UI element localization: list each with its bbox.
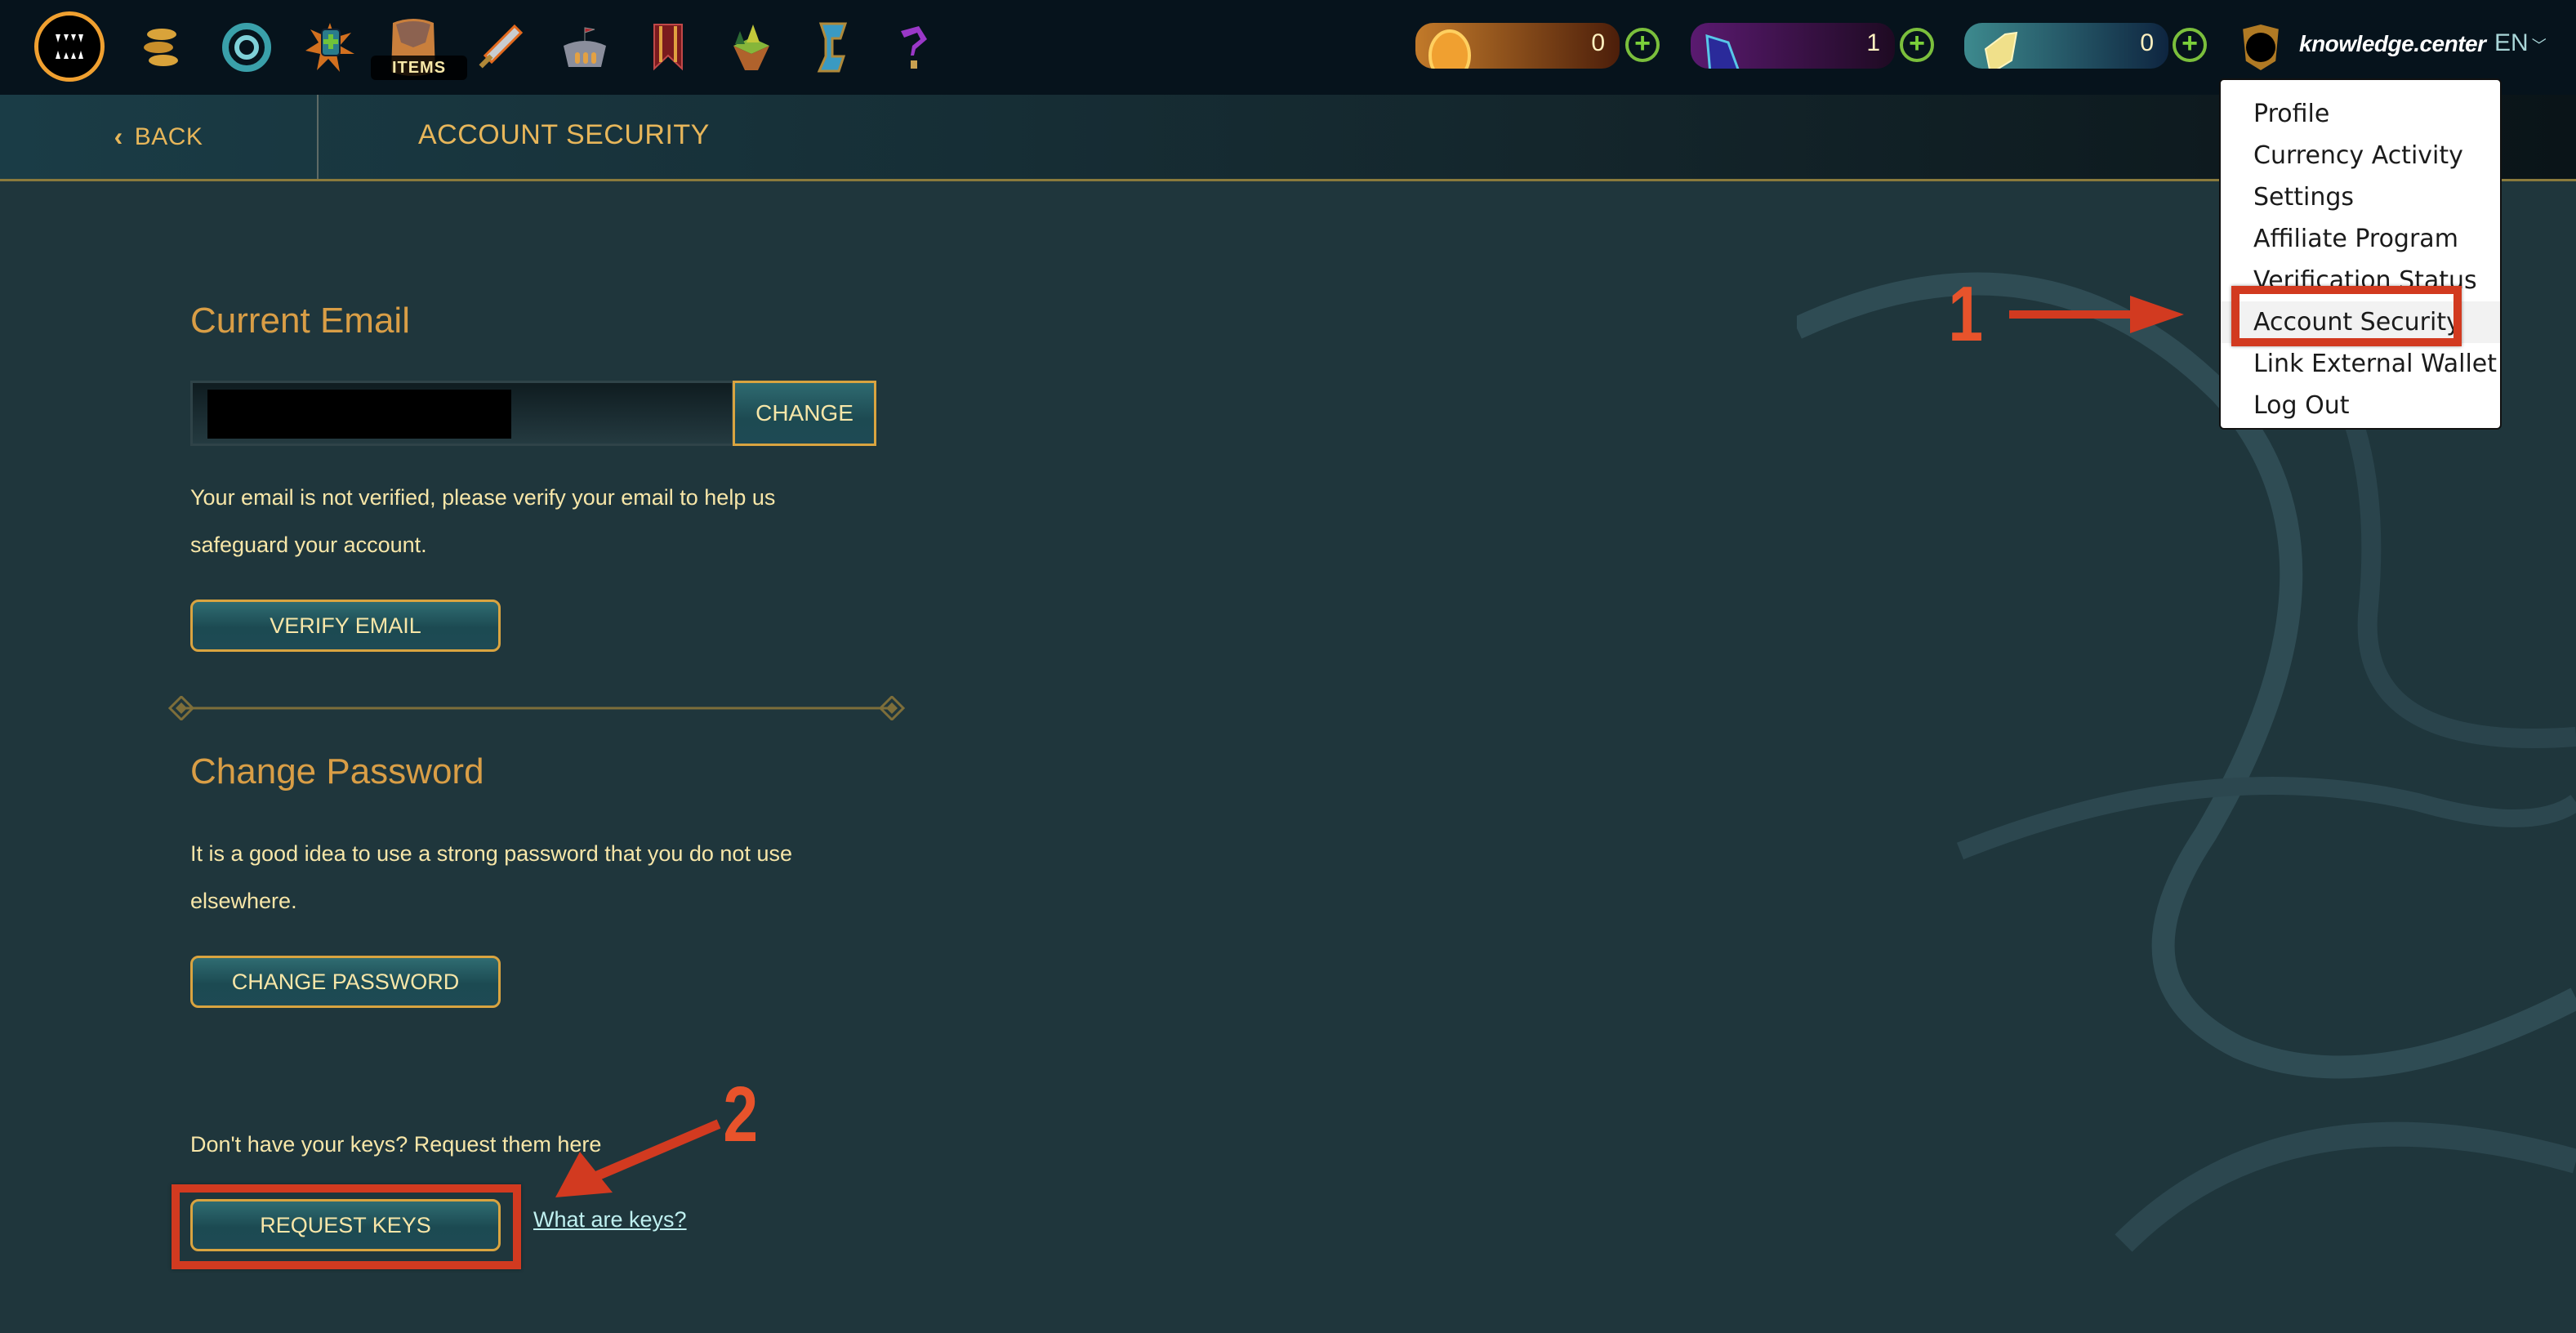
menu-item-profile[interactable]: Profile xyxy=(2221,93,2500,135)
password-notice-line2: elsewhere. xyxy=(190,889,297,913)
purple-currency-value: 1 xyxy=(1866,29,1880,56)
back-label: BACK xyxy=(134,123,203,150)
top-nav-bar: ITEMS 0 + 1 + 0 + knowledge.center EN ﹀ xyxy=(0,0,2576,95)
page-header: ‹ BACK ACCOUNT SECURITY xyxy=(0,95,2576,181)
change-password-button[interactable]: CHANGE PASSWORD xyxy=(190,956,501,1008)
menu-item-settings[interactable]: Settings xyxy=(2221,176,2500,218)
add-teal-button[interactable]: + xyxy=(2173,28,2207,62)
email-notice-line2: safeguard your account. xyxy=(190,533,427,557)
back-button[interactable]: ‹ BACK xyxy=(0,95,319,179)
chevron-down-icon: ﹀ xyxy=(2531,38,2547,54)
password-notice-line1: It is a good idea to use a strong passwo… xyxy=(190,841,792,866)
logo-fangs-icon[interactable] xyxy=(34,11,105,82)
verify-email-button[interactable]: VERIFY EMAIL xyxy=(190,600,501,652)
annotation-arrow-diagonal-icon xyxy=(555,1119,721,1197)
teal-shard-icon xyxy=(1984,31,2018,69)
user-avatar-icon[interactable] xyxy=(2243,25,2279,70)
language-value: EN xyxy=(2494,29,2529,56)
question-icon[interactable] xyxy=(882,15,947,80)
add-gold-button[interactable]: + xyxy=(1625,28,1660,62)
arena-icon[interactable] xyxy=(552,15,617,80)
email-notice-line1: Your email is not verified, please verif… xyxy=(190,485,776,510)
gold-coin-icon xyxy=(1428,29,1471,69)
coins-icon[interactable] xyxy=(129,15,194,80)
items-label: ITEMS xyxy=(371,56,467,80)
gold-currency-value: 0 xyxy=(1591,29,1605,56)
menu-item-currency-activity[interactable]: Currency Activity xyxy=(2221,135,2500,176)
annotation-step-1: 1 xyxy=(1948,270,1984,358)
annotation-box-account-security xyxy=(2231,286,2462,346)
current-email-title: Current Email xyxy=(190,301,410,341)
section-divider xyxy=(168,696,905,720)
gold-currency[interactable]: 0 xyxy=(1415,23,1620,69)
annotation-box-request-keys xyxy=(172,1184,521,1269)
teal-currency[interactable]: 0 xyxy=(1964,23,2168,69)
banner-icon[interactable] xyxy=(635,15,701,80)
rune-s-icon[interactable] xyxy=(800,15,866,80)
annotation-step-2: 2 xyxy=(723,1071,759,1158)
menu-item-affiliate-program[interactable]: Affiliate Program xyxy=(2221,218,2500,260)
page-title: ACCOUNT SECURITY xyxy=(418,119,710,150)
what-are-keys-link[interactable]: What are keys? xyxy=(533,1207,687,1233)
add-purple-button[interactable]: + xyxy=(1900,28,1934,62)
account-dropdown-menu: Profile Currency Activity Settings Affil… xyxy=(2219,78,2502,430)
menu-item-log-out[interactable]: Log Out xyxy=(2221,385,2500,426)
chevron-left-icon: ‹ xyxy=(114,122,123,151)
flaming-sword-icon[interactable] xyxy=(467,15,533,80)
shield-burst-icon[interactable] xyxy=(297,15,363,80)
menu-item-link-external-wallet[interactable]: Link External Wallet xyxy=(2221,343,2500,385)
purple-crystal-icon xyxy=(1705,33,1740,69)
teal-currency-value: 0 xyxy=(2140,29,2154,56)
annotation-arrow-right-icon xyxy=(2009,296,2184,333)
email-field[interactable] xyxy=(190,381,734,446)
change-password-title: Change Password xyxy=(190,751,484,791)
email-value-redacted xyxy=(207,390,511,439)
username[interactable]: knowledge.center xyxy=(2299,31,2486,57)
portal-swirl-icon[interactable] xyxy=(214,15,279,80)
language-selector[interactable]: EN ﹀ xyxy=(2494,29,2547,57)
change-email-button[interactable]: CHANGE xyxy=(733,381,876,446)
floating-island-icon[interactable] xyxy=(719,15,784,80)
purple-currency[interactable]: 1 xyxy=(1691,23,1895,69)
